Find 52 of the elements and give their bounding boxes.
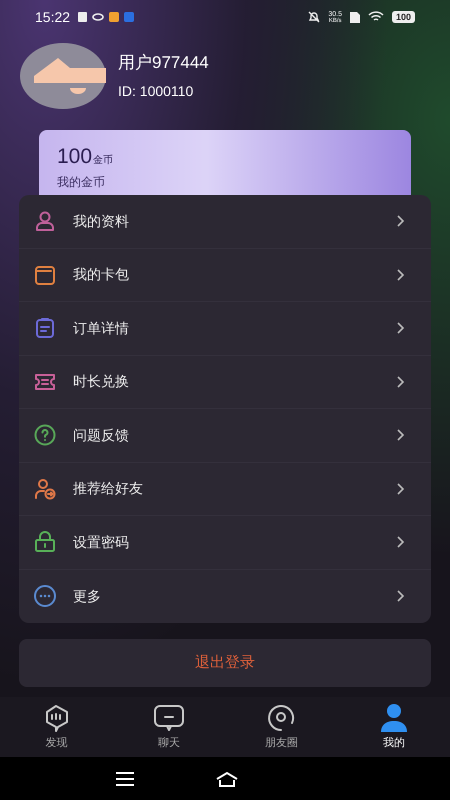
person-icon [380, 702, 408, 733]
message-icon [152, 702, 185, 733]
chevron-icon [397, 268, 405, 281]
ring-icon [92, 13, 104, 21]
person-icon [33, 209, 57, 234]
menu-item[interactable]: 推荐给好友 [19, 462, 431, 516]
chevron-icon [397, 322, 405, 334]
menu-label: 更多 [73, 586, 102, 606]
coin-unit: 金币 [93, 154, 114, 168]
coin-label: 我的金币 [57, 174, 106, 191]
menu-item[interactable]: 时长兑换 [19, 356, 431, 409]
menu-item[interactable]: 我的资料 [19, 195, 431, 248]
menu-item[interactable]: 问题反馈 [19, 409, 431, 462]
menu-item[interactable]: 我的卡包 [19, 248, 431, 302]
more-icon [33, 584, 57, 608]
coin-amount: 100 [57, 146, 92, 167]
chevron-icon [397, 376, 405, 388]
tab[interactable]: 我的 [338, 697, 450, 757]
chevron-icon [397, 590, 405, 602]
home-icon[interactable] [215, 770, 239, 786]
menu-label: 订单详情 [73, 318, 130, 338]
chevron-icon [397, 215, 405, 228]
menu-label: 设置密码 [73, 532, 130, 552]
status-time: 15:22 [35, 8, 70, 26]
tab[interactable]: 聊天 [112, 697, 225, 757]
tab[interactable]: 发现 [0, 697, 112, 757]
question-icon [33, 423, 57, 448]
menu-item[interactable]: 更多 [19, 570, 431, 623]
menu-label: 时长兑换 [73, 372, 130, 392]
user-name: 用户977444 [118, 52, 209, 74]
menu-icon[interactable] [115, 772, 135, 786]
menu-label: 我的资料 [73, 212, 130, 231]
mute-icon [308, 11, 320, 23]
sim-icon [350, 11, 360, 23]
person-arrow-icon [33, 476, 57, 501]
lock-icon [33, 530, 57, 554]
menu-label: 问题反馈 [73, 426, 130, 445]
chevron-icon [397, 536, 405, 548]
chevron-icon [397, 482, 405, 495]
wifi-icon [368, 11, 384, 23]
app-icon [124, 12, 134, 22]
menu-label: 推荐给好友 [73, 479, 144, 498]
chevron-icon [397, 429, 405, 442]
battery-level: 100 [392, 11, 415, 23]
user-id: ID: 1000110 [118, 82, 194, 102]
target-icon [266, 702, 296, 733]
logout-button[interactable]: 退出登录 [19, 639, 431, 687]
tab[interactable]: 朋友圈 [225, 697, 338, 757]
menu-item[interactable]: 设置密码 [19, 516, 431, 570]
menu-label: 我的卡包 [73, 265, 130, 284]
menu-item[interactable]: 订单详情 [19, 302, 431, 356]
app-icon [109, 12, 120, 22]
